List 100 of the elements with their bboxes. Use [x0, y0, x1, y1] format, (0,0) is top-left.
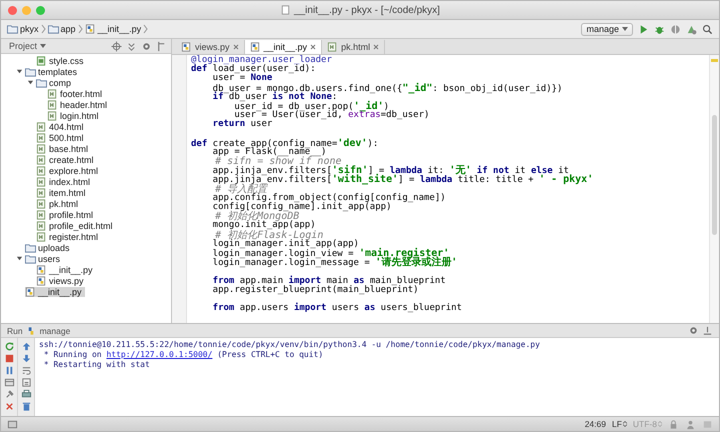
tree-item[interactable]: explore.html	[36, 166, 102, 176]
tree-item[interactable]: 500.html	[36, 132, 87, 142]
editor-tab[interactable]: __init__.py	[244, 40, 322, 54]
panel-toggle-icon[interactable]	[7, 418, 18, 430]
python-file-icon	[250, 42, 261, 52]
tree-item[interactable]: footer.html	[47, 88, 106, 98]
collapse-icon[interactable]	[126, 40, 137, 52]
tree-item[interactable]: login.html	[47, 110, 102, 120]
tree-item[interactable]: index.html	[36, 176, 94, 186]
settings-icon[interactable]	[141, 40, 152, 52]
tree-item[interactable]: __init__.py	[36, 264, 96, 274]
code-line: app.jinja_env.filters['with_site'] = lambda title: title + ' - pkyx'	[212, 175, 594, 185]
code-line: if db_user is not None:	[212, 92, 338, 102]
tree-item[interactable]: profile.html	[36, 210, 96, 220]
html-file-icon	[327, 42, 338, 52]
close-button[interactable]	[8, 6, 17, 14]
breadcrumb[interactable]: pkyx	[7, 24, 39, 34]
python-file-icon	[36, 264, 47, 274]
trash-icon[interactable]	[20, 401, 32, 412]
run-icon[interactable]	[638, 24, 649, 34]
code-line: return user	[212, 120, 272, 130]
tree-item[interactable]: base.html	[36, 144, 92, 154]
scrollbar-thumb[interactable]	[712, 115, 717, 235]
caret-icon	[40, 44, 46, 48]
url-link[interactable]: http://127.0.0.1:5000/	[106, 350, 212, 359]
code-line: config[config_name].init_app(app)	[212, 203, 392, 212]
updown-caret-icon	[622, 421, 627, 427]
scroll-to-end-icon[interactable]	[20, 377, 32, 388]
expanded-arrow-icon[interactable]	[16, 255, 23, 262]
rerun-icon[interactable]	[4, 341, 14, 352]
code-line: user = User(user_id, extras=db_user)	[234, 111, 430, 120]
python-file-icon	[25, 286, 36, 296]
code-line: mongo.init_app(app)	[212, 221, 316, 230]
html-file-icon	[36, 210, 47, 220]
folder-icon	[36, 78, 47, 88]
html-file-icon	[36, 198, 47, 208]
tree-item[interactable]: views.py	[36, 276, 87, 286]
tree-item[interactable]: item.html	[36, 188, 89, 198]
tree-item[interactable]: header.html	[47, 100, 110, 110]
tree-item[interactable]: 404.html	[36, 122, 87, 132]
html-file-icon	[36, 154, 47, 164]
html-file-icon	[36, 166, 47, 176]
python-file-icon	[181, 42, 192, 52]
lock-icon[interactable]	[668, 418, 679, 430]
tree-item[interactable]: pk.html	[36, 198, 82, 208]
caret-icon	[622, 27, 628, 31]
folder-icon	[25, 66, 36, 76]
tree-item[interactable]: users	[25, 254, 64, 264]
html-file-icon	[36, 232, 47, 242]
close-icon[interactable]	[310, 44, 316, 50]
tree-item[interactable]: profile_edit.html	[36, 220, 116, 230]
code-line: db_user = mongo.db.users.find_one({"_id": bson_obj_id(user_id)})	[212, 84, 564, 93]
crosshair-icon[interactable]	[111, 40, 122, 52]
code-line: app.config.from_object(config[config_name])	[212, 194, 447, 203]
tree-item[interactable]: create.html	[36, 154, 97, 164]
run-config-tab[interactable]: manage	[40, 326, 70, 336]
close-icon[interactable]	[4, 401, 14, 412]
chevron-icon	[78, 24, 83, 34]
print-icon[interactable]	[20, 389, 32, 400]
search-icon[interactable]	[702, 24, 713, 34]
code-line: from app.main import main as main_blueprint	[212, 276, 447, 286]
tree-item[interactable]: __init__.py	[25, 286, 85, 296]
window-title: __init__.py - pkyx - [~/code/pkyx]	[294, 4, 440, 16]
console-line: * Restarting with stat	[42, 360, 151, 370]
layout-icon[interactable]	[4, 377, 14, 388]
breadcrumb[interactable]: __init__.py	[84, 24, 142, 34]
stop-icon[interactable]	[4, 353, 14, 364]
python-file-icon	[84, 24, 96, 34]
editor-tab[interactable]: pk.html	[322, 40, 386, 54]
warning-marker[interactable]	[711, 59, 718, 62]
console-line: ssh://tonnie@10.211.55.5:22/home/tonnie/code/pkyx/venv/bin/python3.4 -u /home/tonnie/code/pkyx/manage.py	[39, 340, 541, 350]
html-file-icon	[47, 100, 58, 110]
down-arrow-icon[interactable]	[20, 353, 32, 364]
tree-item[interactable]: register.html	[36, 232, 102, 242]
folder-icon	[48, 24, 59, 34]
zoom-button[interactable]	[36, 6, 45, 14]
css-file-icon	[36, 56, 47, 66]
up-arrow-icon[interactable]	[20, 341, 32, 352]
run-config-dropdown[interactable]: manage	[581, 22, 633, 36]
code-line: # 初始化MongoDB	[215, 212, 300, 222]
close-icon[interactable]	[232, 44, 239, 50]
tree-item[interactable]: templates	[25, 66, 80, 76]
code-line: from app.users import users as users_blueprint	[212, 304, 463, 314]
soft-wrap-icon[interactable]	[20, 365, 32, 376]
hide-panel-icon[interactable]	[156, 40, 167, 52]
tree-item[interactable]: comp	[36, 78, 74, 88]
expanded-arrow-icon[interactable]	[27, 79, 34, 86]
html-file-icon	[47, 88, 58, 98]
inspector-icon[interactable]	[685, 418, 696, 430]
expanded-arrow-icon[interactable]	[16, 68, 23, 75]
breadcrumb[interactable]: app	[48, 24, 76, 34]
tree-item[interactable]: style.css	[36, 56, 87, 66]
cursor-position[interactable]: 24:69	[584, 419, 606, 429]
settings-icon[interactable]	[688, 325, 699, 336]
tree-item[interactable]: uploads	[25, 242, 73, 252]
close-icon[interactable]	[373, 44, 380, 50]
line-separator-selector[interactable]: LF	[612, 419, 627, 429]
code-line: user_id = db_user.pop('_id')	[234, 102, 390, 112]
editor-tab[interactable]: views.py	[176, 40, 245, 54]
code-line: login_manager.init_app(app)	[212, 240, 360, 249]
